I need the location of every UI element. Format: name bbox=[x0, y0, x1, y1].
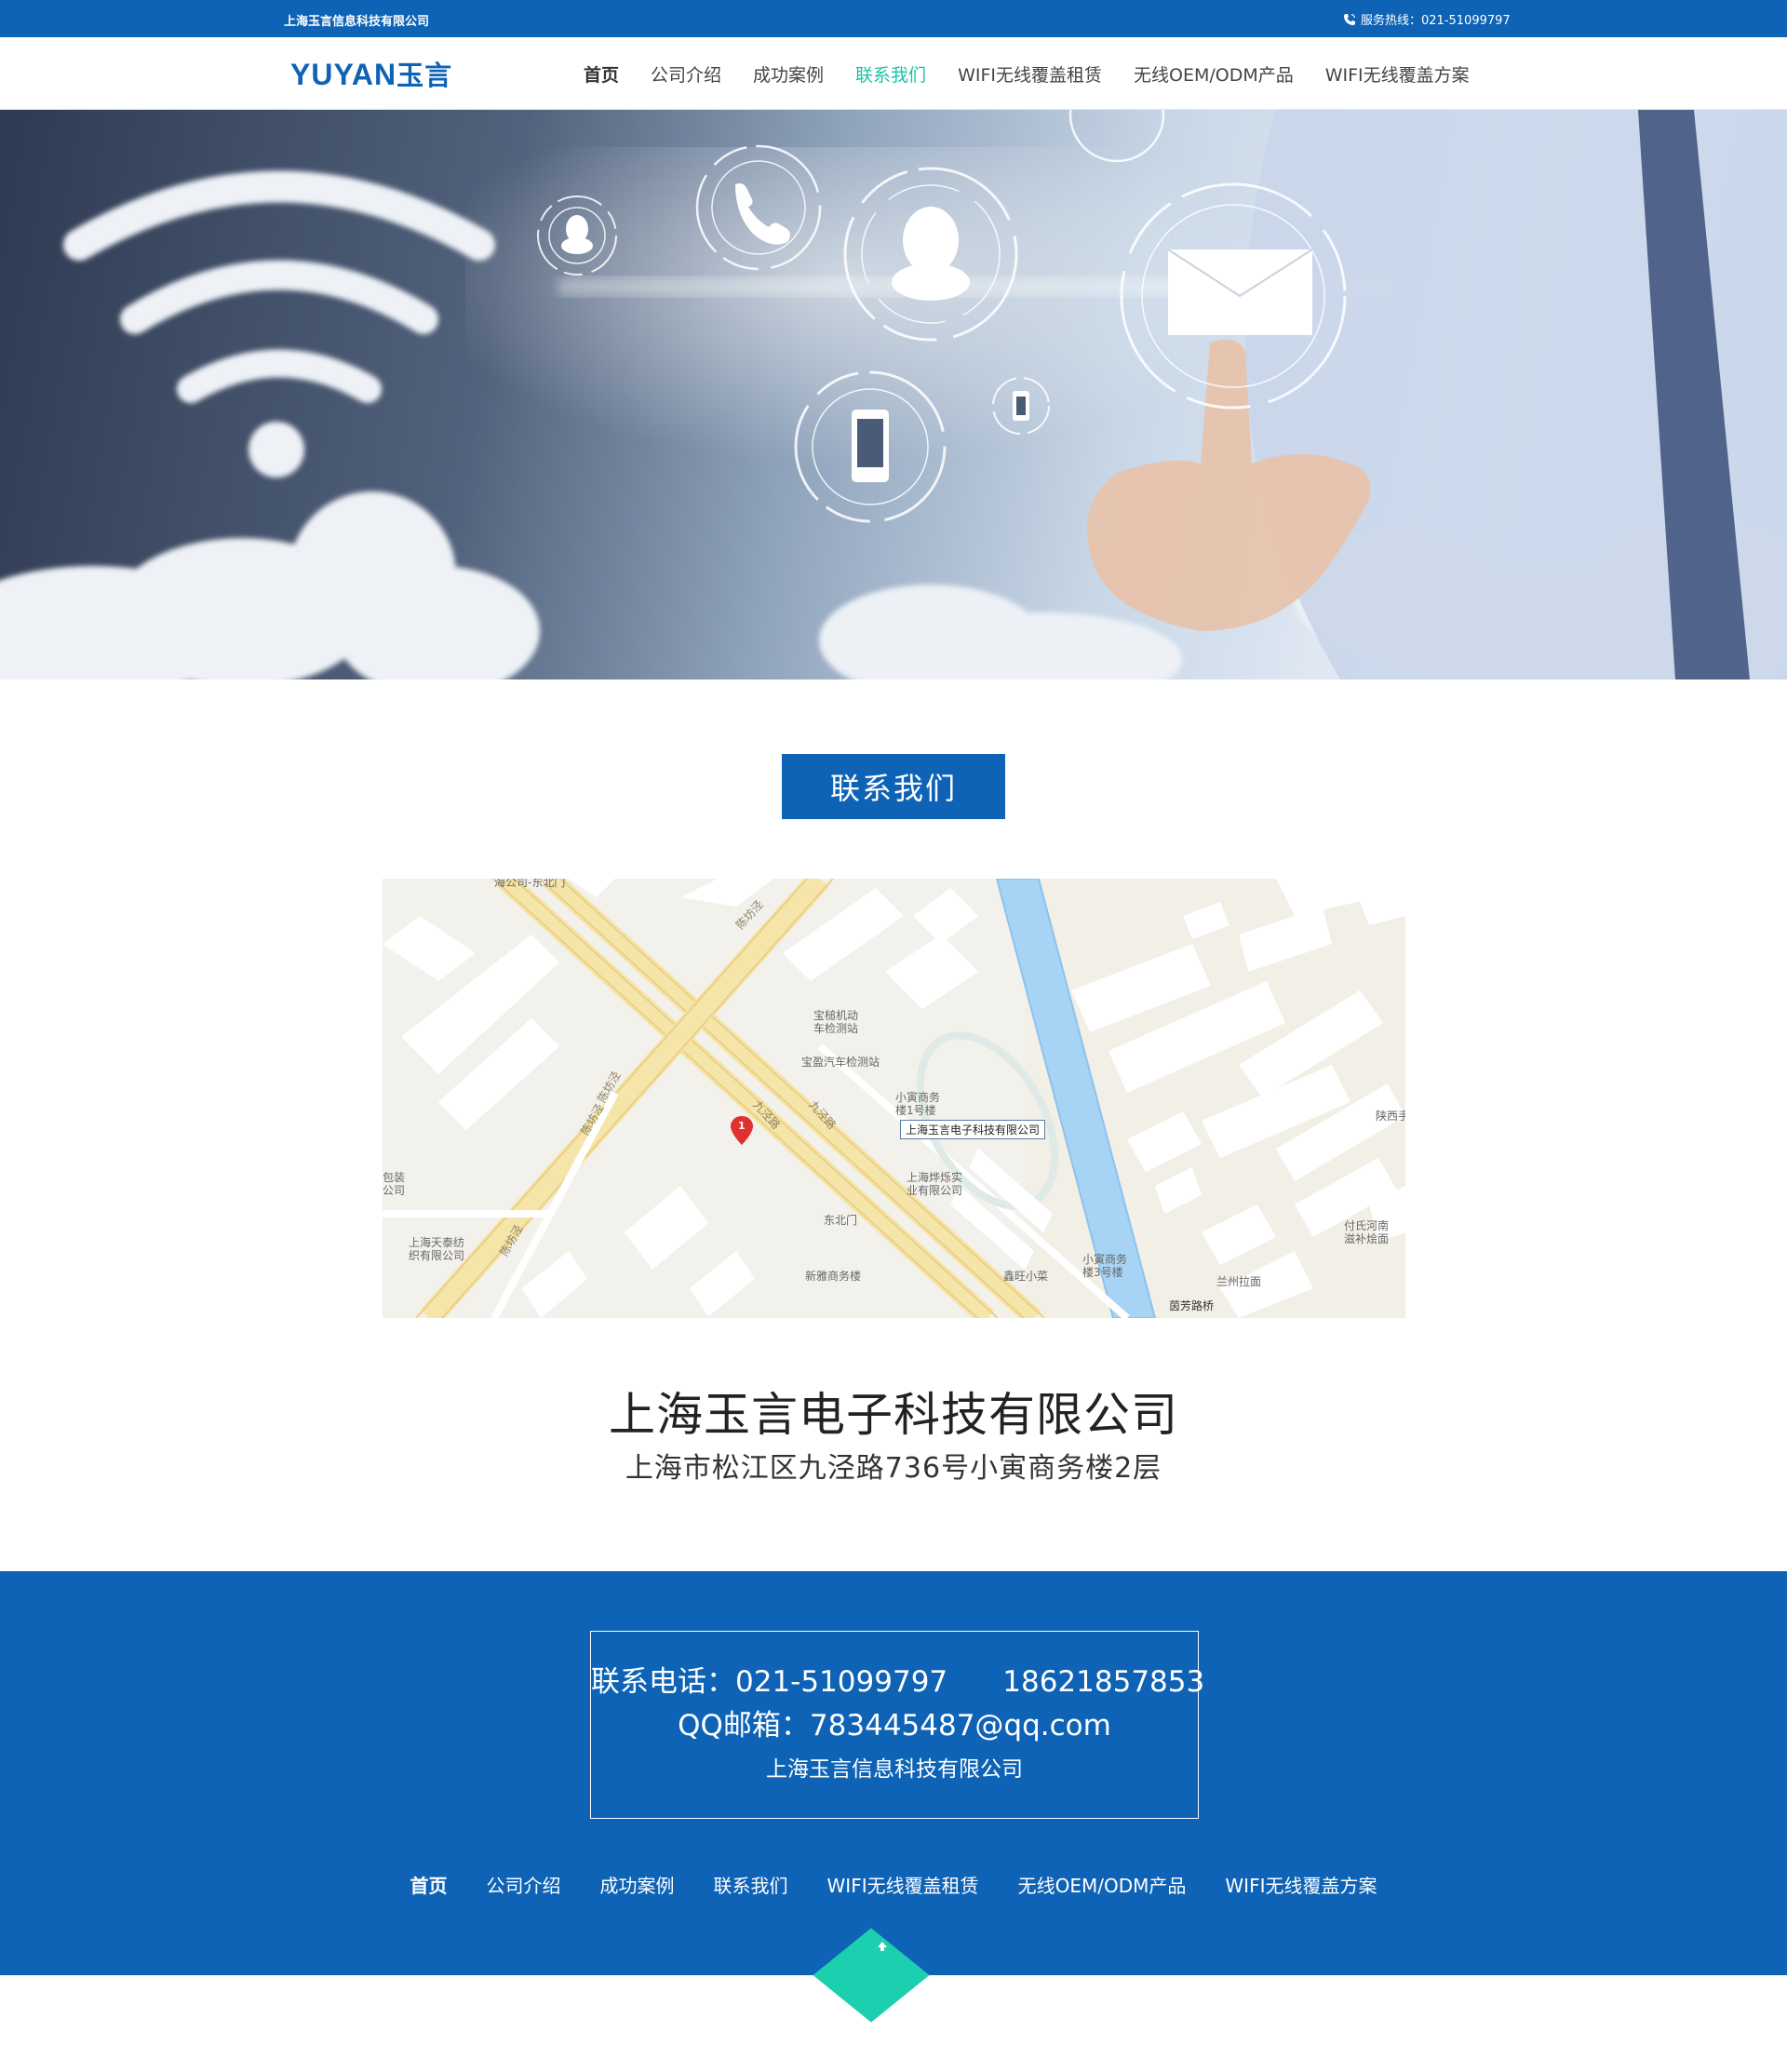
map-poi-gongsi-dongbeimen: 海公司-东北门 bbox=[494, 879, 566, 889]
nav-oem-odm[interactable]: 无线OEM/ODM产品 bbox=[1134, 61, 1294, 87]
top-bar: 上海玉言信息科技有限公司 服务热线：021-51099797 bbox=[0, 0, 1787, 37]
logo-latin: YUYAN bbox=[290, 58, 397, 91]
map-poi-yeshuo: 上海烨烁实 业有限公司 bbox=[907, 1171, 963, 1197]
map-poi-xinwang: 鑫旺小菜 bbox=[1003, 1270, 1049, 1283]
top-company-name: 上海玉言信息科技有限公司 bbox=[284, 15, 430, 29]
map-poi-baoying: 宝盈汽车检测站 bbox=[801, 1056, 880, 1069]
map-poi-shaanxi: 陕西手 bbox=[1376, 1110, 1405, 1123]
map-pin-number: 1 bbox=[738, 1120, 746, 1132]
site-logo[interactable]: YUYAN玉言 bbox=[290, 54, 452, 93]
map-poi-tiantai: 上海天泰纺 织有限公司 bbox=[409, 1236, 465, 1262]
map-poi-fushi: 付氏河南 滋补烩面 bbox=[1344, 1219, 1390, 1245]
nav-home[interactable]: 首页 bbox=[584, 61, 619, 87]
wifi-cloud-icon bbox=[63, 170, 495, 403]
section-title: 联系我们 bbox=[782, 754, 1005, 819]
footer: 联系电话：021-51099797 18621857853 QQ邮箱：78344… bbox=[0, 1571, 1787, 1975]
map-canvas bbox=[383, 879, 1405, 1318]
banner-illustration bbox=[0, 110, 1787, 679]
hero-banner bbox=[0, 110, 1787, 679]
contact-box: 联系电话：021-51099797 18621857853 QQ邮箱：78344… bbox=[590, 1631, 1205, 1819]
footer-nav-wifi-rental[interactable]: WIFI无线覆盖租赁 bbox=[827, 1871, 979, 1898]
logo-cn: 玉言 bbox=[396, 61, 453, 91]
footer-nav: 首页 公司介绍 成功案例 联系我们 WIFI无线覆盖租赁 无线OEM/ODM产品… bbox=[0, 1871, 1787, 1898]
contact-company: 上海玉言信息科技有限公司 bbox=[766, 1757, 1023, 1782]
header: YUYAN玉言 首页 公司介绍 成功案例 联系我们 WIFI无线覆盖租赁 无线O… bbox=[0, 37, 1787, 110]
nav-wifi-solution[interactable]: WIFI无线覆盖方案 bbox=[1325, 61, 1470, 87]
clouds-left bbox=[0, 491, 540, 679]
map-poi-baohuai: 宝槌机动 车检测站 bbox=[813, 1009, 859, 1035]
footer-nav-wifi-solution[interactable]: WIFI无线覆盖方案 bbox=[1225, 1871, 1377, 1898]
nav-company-intro[interactable]: 公司介绍 bbox=[651, 61, 721, 87]
map-poi-baozhuang: 包装 公司 bbox=[383, 1171, 406, 1197]
footer-nav-contact-us[interactable]: 联系我们 bbox=[714, 1871, 788, 1898]
footer-nav-home[interactable]: 首页 bbox=[410, 1871, 448, 1898]
contact-email: QQ邮箱：783445487@qq.com bbox=[678, 1709, 1111, 1742]
nav-success-cases[interactable]: 成功案例 bbox=[753, 61, 824, 87]
arrow-up-icon bbox=[876, 1940, 889, 1953]
phone-icon bbox=[1344, 13, 1356, 25]
footer-nav-company-intro[interactable]: 公司介绍 bbox=[487, 1871, 561, 1898]
location-map[interactable]: 1 上海玉言电子科技有限公司 宝槌机动 车检测站 宝盈汽车检测站 小寅商务 楼1… bbox=[383, 879, 1405, 1318]
map-poi-dongbeimen: 东北门 bbox=[824, 1214, 858, 1227]
footer-nav-success-cases[interactable]: 成功案例 bbox=[600, 1871, 675, 1898]
hotline-text: 服务热线：021-51099797 bbox=[1361, 14, 1511, 28]
footer-nav-oem-odm[interactable]: 无线OEM/ODM产品 bbox=[1018, 1871, 1187, 1898]
company-name: 上海玉言电子科技有限公司 bbox=[609, 1388, 1178, 1442]
contact-phone: 联系电话：021-51099797 18621857853 bbox=[591, 1665, 1205, 1699]
map-poi-xiaoyin-1: 小寅商务 楼1号楼 bbox=[895, 1091, 941, 1117]
map-pin-label[interactable]: 上海玉言电子科技有限公司 bbox=[900, 1120, 1046, 1139]
nav-wifi-rental[interactable]: WIFI无线覆盖租赁 bbox=[958, 61, 1102, 87]
map-poi-lanzhou: 兰州拉面 bbox=[1216, 1275, 1262, 1288]
map-poi-xinya: 新雅商务楼 bbox=[805, 1270, 862, 1283]
map-poi-xiaoyin-3: 小寅商务 楼3号楼 bbox=[1082, 1253, 1128, 1279]
nav-contact-us[interactable]: 联系我们 bbox=[855, 61, 926, 87]
hotline: 服务热线：021-51099797 bbox=[1342, 10, 1511, 28]
main-nav: 首页 公司介绍 成功案例 联系我们 WIFI无线覆盖租赁 无线OEM/ODM产品… bbox=[568, 37, 1485, 110]
company-address: 上海市松江区九泾路736号小寅商务楼2层 bbox=[625, 1452, 1162, 1485]
map-poi-yinfang: 茵芳路桥 bbox=[1169, 1299, 1215, 1312]
wifi-dot bbox=[249, 422, 304, 478]
